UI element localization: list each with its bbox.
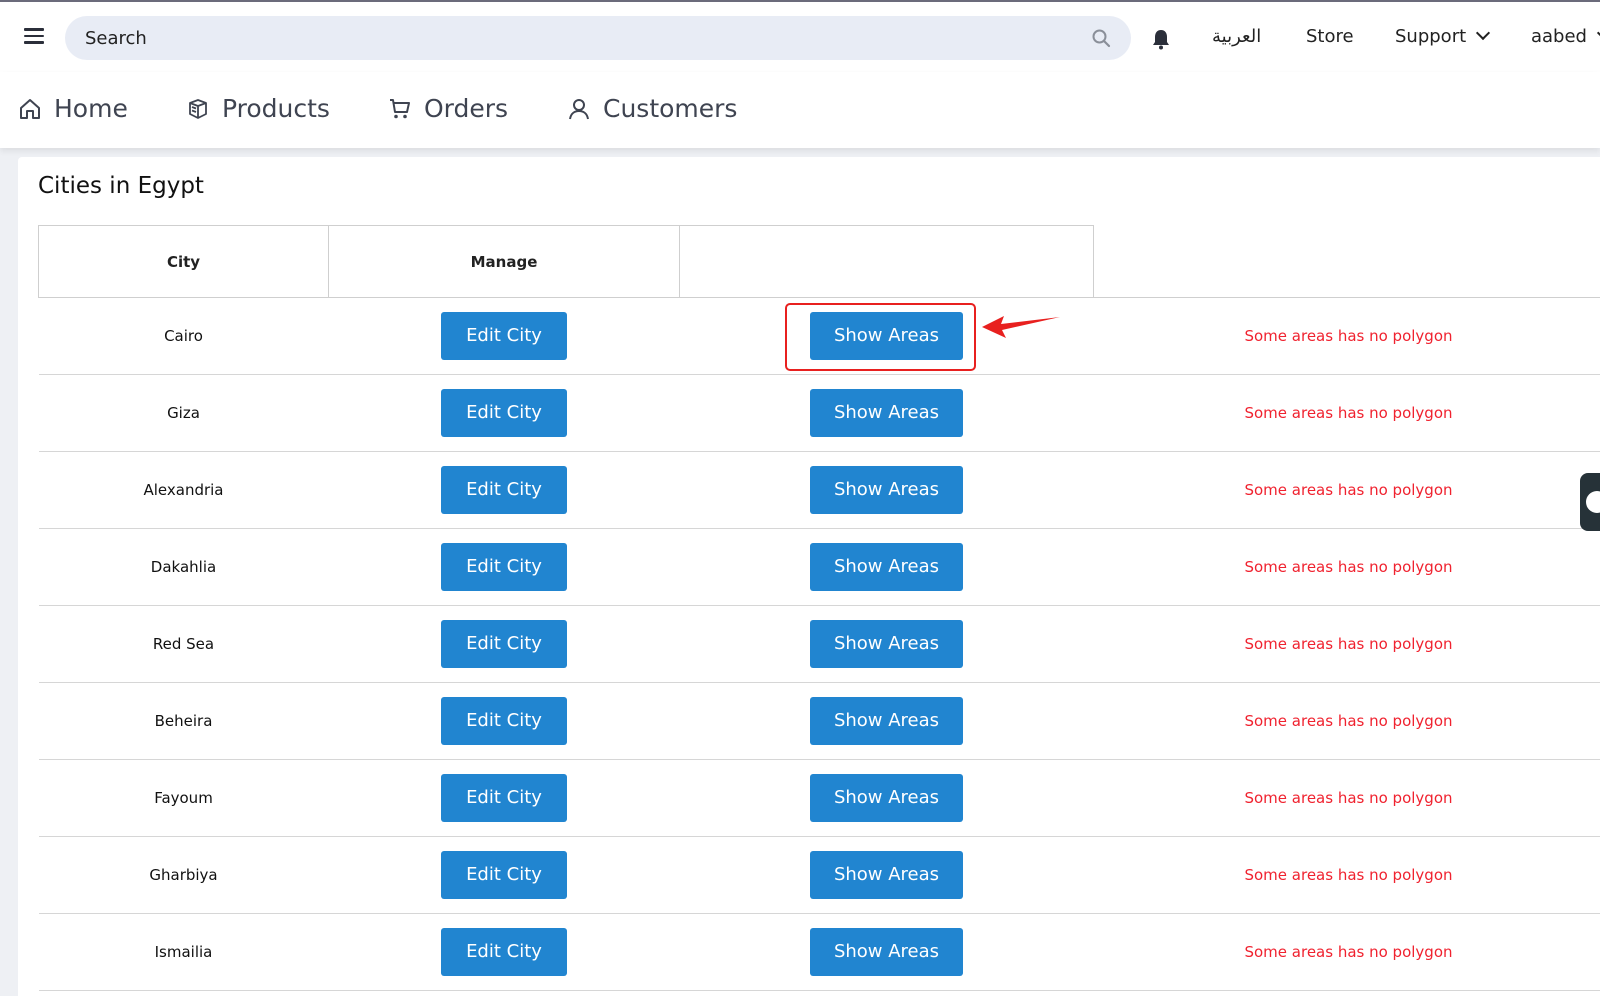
show-areas-button[interactable]: Show Areas [810,620,963,668]
city-name: Cairo [38,297,329,375]
support-label: Support [1395,26,1467,47]
show-areas-button[interactable]: Show Areas [810,774,963,822]
annotation-arrow-icon [982,316,1060,338]
table-row: Dakahlia Edit City Show Areas Some areas… [38,528,1600,606]
table-row: Fayoum Edit City Show Areas Some areas h… [38,759,1600,837]
polygon-warning: Some areas has no polygon [1093,759,1600,837]
manage-cell: Edit City [328,528,680,606]
column-header-status [1093,225,1600,298]
support-dropdown[interactable]: Support [1395,25,1491,47]
page-title: Cities in Egypt [38,173,204,199]
table-row: Ismailia Edit City Show Areas Some areas… [38,913,1600,991]
home-icon [20,98,40,119]
content-card: Cities in Egypt City Manage Cairo Edit C… [18,157,1600,996]
show-areas-button[interactable]: Show Areas [810,543,963,591]
nav-item-orders[interactable]: Orders [388,94,508,123]
manage-cell: Edit City [328,836,680,914]
areas-cell: Show Areas [679,528,1094,606]
edit-city-button[interactable]: Edit City [441,466,567,514]
language-switch-link[interactable]: العربية [1212,26,1261,47]
chat-widget-tab[interactable] [1580,473,1600,531]
manage-cell: Edit City [328,297,680,375]
polygon-warning: Some areas has no polygon [1093,374,1600,452]
areas-cell: Show Areas [679,836,1094,914]
manage-cell: Edit City [328,913,680,991]
manage-cell: Edit City [328,605,680,683]
user-icon [569,98,589,119]
edit-city-button[interactable]: Edit City [441,774,567,822]
main-nav: Home Products Orders Customers [0,72,1600,148]
nav-item-home[interactable]: Home [18,94,128,123]
polygon-warning: Some areas has no polygon [1093,836,1600,914]
cart-icon [390,98,410,118]
edit-city-button[interactable]: Edit City [441,697,567,745]
city-name: Red Sea [38,605,329,683]
city-name: Gharbiya [38,836,329,914]
manage-cell: Edit City [328,759,680,837]
polygon-warning: Some areas has no polygon [1093,297,1600,375]
polygon-warning: Some areas has no polygon [1093,913,1600,991]
nav-item-label: Customers [603,94,738,123]
areas-cell: Show Areas [679,374,1094,452]
edit-city-button[interactable]: Edit City [441,928,567,976]
manage-cell: Edit City [328,374,680,452]
city-name: Ismailia [38,913,329,991]
store-link[interactable]: Store [1306,26,1354,47]
search-input[interactable] [85,27,1091,49]
username-label: aabed [1531,26,1587,47]
user-menu-dropdown[interactable]: aabed [1531,25,1600,47]
annotation-highlight-box [785,303,976,371]
search-bar[interactable] [65,16,1131,60]
areas-cell: Show Areas [679,605,1094,683]
polygon-warning: Some areas has no polygon [1093,528,1600,606]
column-header-manage: Manage [328,225,680,298]
edit-city-button[interactable]: Edit City [441,543,567,591]
nav-item-label: Home [54,94,128,123]
city-name: Giza [38,374,329,452]
edit-city-button[interactable]: Edit City [441,851,567,899]
show-areas-button[interactable]: Show Areas [810,928,963,976]
nav-item-products[interactable]: Products [186,94,330,123]
manage-cell: Edit City [328,451,680,529]
chat-icon [1586,491,1600,513]
box-icon [189,98,207,119]
nav-item-customers[interactable]: Customers [567,94,737,123]
city-name: Dakahlia [38,528,329,606]
show-areas-button[interactable]: Show Areas [810,466,963,514]
city-name: Fayoum [38,759,329,837]
table-row: Gharbiya Edit City Show Areas Some areas… [38,836,1600,914]
search-icon[interactable] [1091,28,1111,48]
edit-city-button[interactable]: Edit City [441,312,567,360]
city-name: Alexandria [38,451,329,529]
polygon-warning: Some areas has no polygon [1093,451,1600,529]
manage-cell: Edit City [328,682,680,760]
areas-cell: Show Areas [679,682,1094,760]
polygon-warning: Some areas has no polygon [1093,682,1600,760]
table-row: Beheira Edit City Show Areas Some areas … [38,682,1600,760]
top-bar: العربية Store Support aabed [0,0,1600,72]
nav-item-label: Orders [424,94,509,123]
column-header-city: City [38,225,329,298]
chevron-down-icon [1476,25,1491,41]
nav-item-label: Products [222,94,330,123]
table-row: Red Sea Edit City Show Areas Some areas … [38,605,1600,683]
table-row: Alexandria Edit City Show Areas Some are… [38,451,1600,529]
edit-city-button[interactable]: Edit City [441,620,567,668]
polygon-warning: Some areas has no polygon [1093,605,1600,683]
areas-cell: Show Areas [679,451,1094,529]
column-header-areas [679,225,1094,298]
table-row: Giza Edit City Show Areas Some areas has… [38,374,1600,452]
notification-bell-icon[interactable] [1150,28,1172,50]
show-areas-button[interactable]: Show Areas [810,851,963,899]
edit-city-button[interactable]: Edit City [441,389,567,437]
hamburger-menu-icon[interactable] [24,28,44,44]
areas-cell: Show Areas [679,913,1094,991]
show-areas-button[interactable]: Show Areas [810,389,963,437]
table-header-row: City Manage [38,225,1600,298]
show-areas-button[interactable]: Show Areas [810,697,963,745]
city-name: Beheira [38,682,329,760]
areas-cell: Show Areas [679,759,1094,837]
